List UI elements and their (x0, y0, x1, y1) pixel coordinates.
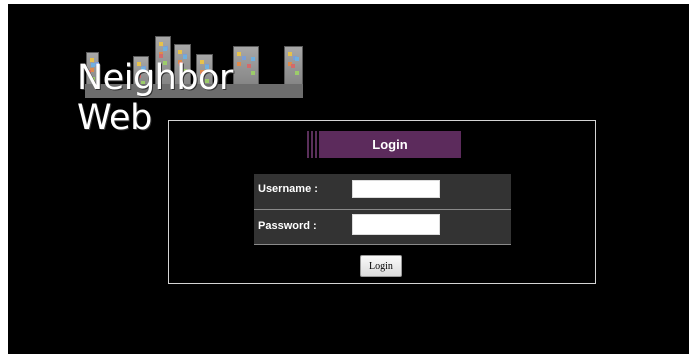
neighbor-web-logo: Neighbor Web (75, 26, 303, 138)
login-form: Username : Password : (254, 174, 511, 245)
username-row: Username : (254, 174, 511, 210)
login-title-bar: Login (307, 131, 461, 158)
login-panel: Login Username : Password : Login (168, 120, 596, 284)
password-input[interactable] (352, 214, 440, 235)
title-stripe (315, 131, 317, 158)
password-label: Password : (258, 220, 317, 232)
login-title: Login (319, 131, 461, 158)
username-input[interactable] (352, 180, 440, 198)
username-label: Username : (258, 183, 318, 195)
login-screen: Neighbor Web Login Username : Password :… (8, 4, 689, 354)
password-row: Password : (254, 210, 511, 245)
title-stripe (307, 131, 309, 158)
title-stripe (311, 131, 313, 158)
login-button[interactable]: Login (360, 255, 402, 277)
